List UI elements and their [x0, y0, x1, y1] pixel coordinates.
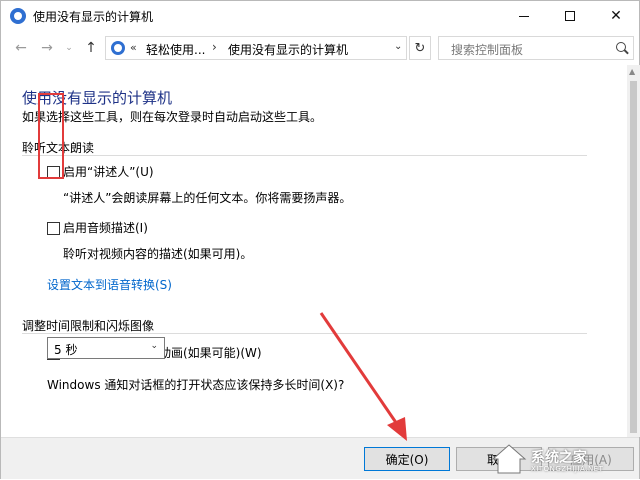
- site-watermark: 系统之家 XITONGZHIJIA.NET: [491, 441, 637, 477]
- notify-duration-select[interactable]: 5 秒 ⌄: [47, 337, 165, 359]
- audio-description-description: 聆听对视频内容的描述(如果可用)。: [63, 247, 253, 261]
- maximize-button[interactable]: [547, 1, 593, 31]
- title-bar: 使用没有显示的计算机 ✕: [1, 1, 639, 31]
- chevron-down-icon: ⌄: [65, 43, 73, 53]
- back-button[interactable]: ←: [11, 37, 31, 59]
- maximize-icon: [565, 11, 575, 21]
- address-overflow-chevron[interactable]: «: [130, 41, 137, 54]
- search-box[interactable]: 搜索控制面板: [438, 36, 634, 60]
- section-divider: [22, 333, 587, 334]
- watermark-subtext: XITONGZHIJIA.NET: [531, 465, 604, 473]
- control-panel-icon: [111, 41, 125, 55]
- breadcrumb-separator[interactable]: ›: [212, 40, 217, 54]
- audio-description-checkbox[interactable]: [47, 222, 60, 235]
- navigation-bar: ← → ⌄ ↑ « 轻松使用... › 使用没有显示的计算机 ⌄ ↻ 搜索控制面…: [1, 33, 639, 63]
- section-heading-time-limits: 调整时间限制和闪烁图像: [22, 319, 155, 333]
- ease-of-access-icon: [10, 8, 26, 24]
- breadcrumb-ease-of-access[interactable]: 轻松使用...: [146, 41, 205, 58]
- close-button[interactable]: ✕: [593, 1, 639, 31]
- window-title: 使用没有显示的计算机: [33, 10, 154, 24]
- refresh-button[interactable]: ↻: [409, 36, 431, 60]
- house-logo-icon: [491, 444, 527, 474]
- arrow-right-icon: →: [41, 40, 53, 56]
- address-dropdown-icon[interactable]: ⌄: [394, 41, 402, 52]
- section-divider: [22, 155, 587, 156]
- search-icon: [616, 42, 626, 52]
- breadcrumb-current-page[interactable]: 使用没有显示的计算机: [228, 41, 348, 58]
- narrator-description: “讲述人”会朗读屏幕上的任何文本。你将需要扬声器。: [63, 191, 352, 205]
- checkbox-highlight-annotation: [38, 93, 64, 179]
- main-content: 使用没有显示的计算机 如果选择这些工具，则在每次登录时自动启动这些工具。 聆听文…: [1, 65, 627, 437]
- refresh-icon: ↻: [414, 40, 426, 56]
- text-to-speech-settings-link[interactable]: 设置文本到语音转换(S): [47, 276, 172, 293]
- scroll-up-icon[interactable]: ▲: [629, 67, 635, 76]
- search-input[interactable]: 搜索控制面板: [451, 41, 523, 58]
- minimize-icon: [519, 15, 529, 17]
- notify-duration-value: 5 秒: [54, 343, 78, 357]
- ok-button[interactable]: 确定(O): [364, 447, 450, 471]
- notify-duration-question: Windows 通知对话框的打开状态应该保持多长时间(X)?: [47, 378, 345, 392]
- watermark-text: 系统之家: [531, 450, 587, 466]
- audio-description-label[interactable]: 启用音频描述(I): [63, 219, 148, 236]
- forward-button[interactable]: →: [37, 37, 57, 59]
- arrow-left-icon: ←: [15, 40, 27, 56]
- scrollbar-thumb[interactable]: [630, 81, 637, 433]
- control-panel-window: 使用没有显示的计算机 ✕ ← → ⌄ ↑ « 轻松使用... › 使用没有显示的…: [0, 0, 640, 479]
- up-button[interactable]: ↑: [81, 37, 101, 59]
- arrow-up-icon: ↑: [85, 40, 97, 56]
- close-icon: ✕: [610, 8, 622, 24]
- address-bar[interactable]: « 轻松使用... › 使用没有显示的计算机 ⌄: [105, 36, 407, 60]
- page-subtitle: 如果选择这些工具，则在每次登录时自动启动这些工具。: [22, 110, 323, 124]
- chevron-down-icon: ⌄: [150, 341, 158, 351]
- minimize-button[interactable]: [501, 1, 547, 31]
- vertical-scrollbar[interactable]: ▲: [627, 65, 640, 437]
- narrator-label[interactable]: 启用“讲述人”(U): [63, 163, 154, 180]
- recent-locations-button[interactable]: ⌄: [59, 37, 79, 59]
